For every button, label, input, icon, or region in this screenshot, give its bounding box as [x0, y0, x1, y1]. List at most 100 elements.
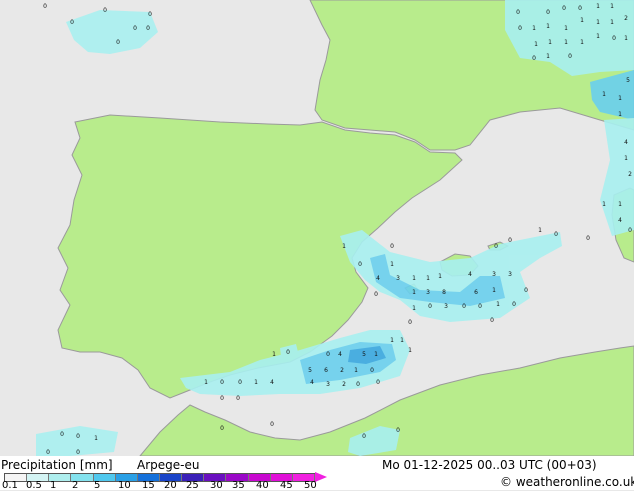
precip-value-label: 0	[220, 379, 224, 386]
precip-value-label: 0	[238, 379, 242, 386]
precip-value-label: 0	[518, 25, 522, 32]
color-scale-label: 0.5	[26, 480, 42, 491]
precip-value-label: 0	[562, 5, 566, 12]
precip-value-label: 0	[628, 227, 632, 234]
precip-value-label: 1	[204, 379, 208, 386]
precip-value-label: 3	[396, 275, 400, 282]
precip-value-label: 4	[310, 379, 314, 386]
precip-value-label: 1	[496, 301, 500, 308]
precip-value-label: 1	[254, 379, 258, 386]
precip-value-label: 0	[546, 9, 550, 16]
precip-value-label: 1	[580, 17, 584, 24]
precip-value-label: 5	[626, 77, 630, 84]
precip-value-label: 0	[220, 395, 224, 402]
precip-value-label: 0	[428, 303, 432, 310]
precip-value-label: 1	[602, 91, 606, 98]
precip-value-label: 0	[554, 231, 558, 238]
precip-value-label: 0	[358, 261, 362, 268]
precip-value-label: 2	[342, 381, 346, 388]
precip-value-label: 1	[94, 435, 98, 442]
legend-footer: Precipitation [mm] Arpege-eu Mo 01-12-20…	[0, 456, 634, 491]
precip-value-label: 0	[356, 381, 360, 388]
precip-value-label: 0	[43, 3, 47, 10]
precipitation-map: 0 0 0 0 0 0 0 0 0 0 0 1 1 2 0 1 1 1 1 1 1 1 1 1 1 1 1 0 0 1 0 1 1 5 1 4 1 2 1 1…	[0, 0, 634, 457]
precip-value-label: 1	[602, 201, 606, 208]
precip-value-label: 0	[76, 433, 80, 440]
precip-value-label: 0	[390, 243, 394, 250]
precip-value-label: 5	[308, 367, 312, 374]
color-scale-label: 10	[118, 480, 131, 491]
timestamp: Mo 01-12-2025 00..03 UTC (00+03)	[382, 458, 597, 472]
precip-value-label: 0	[586, 235, 590, 242]
precip-value-label: 1	[564, 25, 568, 32]
precip-value-label: 0	[270, 421, 274, 428]
precip-value-label: 0	[116, 39, 120, 46]
precip-value-label: 1	[596, 3, 600, 10]
precip-value-label: 0	[376, 379, 380, 386]
precip-value-label: 1	[272, 351, 276, 358]
precip-value-label: 6	[474, 289, 478, 296]
precip-value-label: 0	[532, 55, 536, 62]
precip-value-label: 3	[326, 381, 330, 388]
color-scale-label: 40	[256, 480, 269, 491]
precip-value-label: 0	[512, 301, 516, 308]
precip-value-label: 0	[103, 7, 107, 14]
color-scale-label: 2	[72, 480, 79, 491]
precip-value-label: 0	[60, 431, 64, 438]
precip-value-label: 1	[354, 367, 358, 374]
precip-value-label: 1	[438, 273, 442, 280]
precip-value-label: 4	[376, 275, 380, 282]
color-scale-labels: 0.1 0.5 1 2 5 10 15 20 25 30 35 40 45 50	[0, 480, 330, 491]
precip-value-label: 1	[492, 287, 496, 294]
color-scale-label: 15	[142, 480, 155, 491]
precip-value-label: 5	[362, 351, 366, 358]
color-scale-label: 5	[94, 480, 101, 491]
precip-value-label: 1	[596, 19, 600, 26]
precip-value-label: 0	[478, 303, 482, 310]
precip-value-label: 4	[468, 271, 472, 278]
precip-value-label: 1	[624, 155, 628, 162]
precip-value-label: 0	[568, 53, 572, 60]
legend-model: Arpege-eu	[137, 458, 200, 472]
precip-value-label: 2	[340, 367, 344, 374]
precip-value-label: 2	[628, 171, 632, 178]
precip-value-label: 1	[374, 351, 378, 358]
precip-value-label: 0	[612, 35, 616, 42]
color-scale-label: 35	[232, 480, 245, 491]
precip-value-label: 0	[326, 351, 330, 358]
precip-value-label: 1	[618, 111, 622, 118]
precip-value-label: 1	[610, 19, 614, 26]
precip-value-label: 0	[516, 9, 520, 16]
precip-value-label: 1	[400, 337, 404, 344]
precip-value-label: 1	[390, 261, 394, 268]
color-scale-label: 1	[50, 480, 57, 491]
precip-value-label: 3	[426, 289, 430, 296]
precip-value-label: 0	[508, 237, 512, 244]
precip-value-label: 4	[618, 217, 622, 224]
credit: © weatheronline.co.uk	[500, 475, 634, 489]
precip-value-label: 1	[426, 275, 430, 282]
precip-value-label: 1	[580, 39, 584, 46]
precip-value-label: 1	[624, 35, 628, 42]
precip-value-label: 1	[532, 25, 536, 32]
color-scale-label: 50	[304, 480, 317, 491]
precip-value-label: 1	[408, 347, 412, 354]
precip-value-label: 1	[342, 243, 346, 250]
color-scale-label: 30	[210, 480, 223, 491]
precip-value-label: 0	[462, 303, 466, 310]
precip-value-label: 1	[412, 275, 416, 282]
precip-value-label: 0	[76, 449, 80, 456]
precip-value-label: 0	[220, 425, 224, 432]
precip-value-label: 4	[270, 379, 274, 386]
precip-value-label: 0	[70, 19, 74, 26]
precip-value-label: 3	[492, 271, 496, 278]
precip-value-label: 0	[146, 25, 150, 32]
precip-value-label: 0	[524, 287, 528, 294]
precip-value-label: 1	[538, 227, 542, 234]
color-scale-label: 45	[280, 480, 293, 491]
precip-value-label: 0	[286, 349, 290, 356]
precip-value-label: 1	[546, 23, 550, 30]
color-scale-label: 0.1	[2, 480, 18, 491]
precip-value-label: 0	[362, 433, 366, 440]
precip-value-label: 4	[624, 139, 628, 146]
